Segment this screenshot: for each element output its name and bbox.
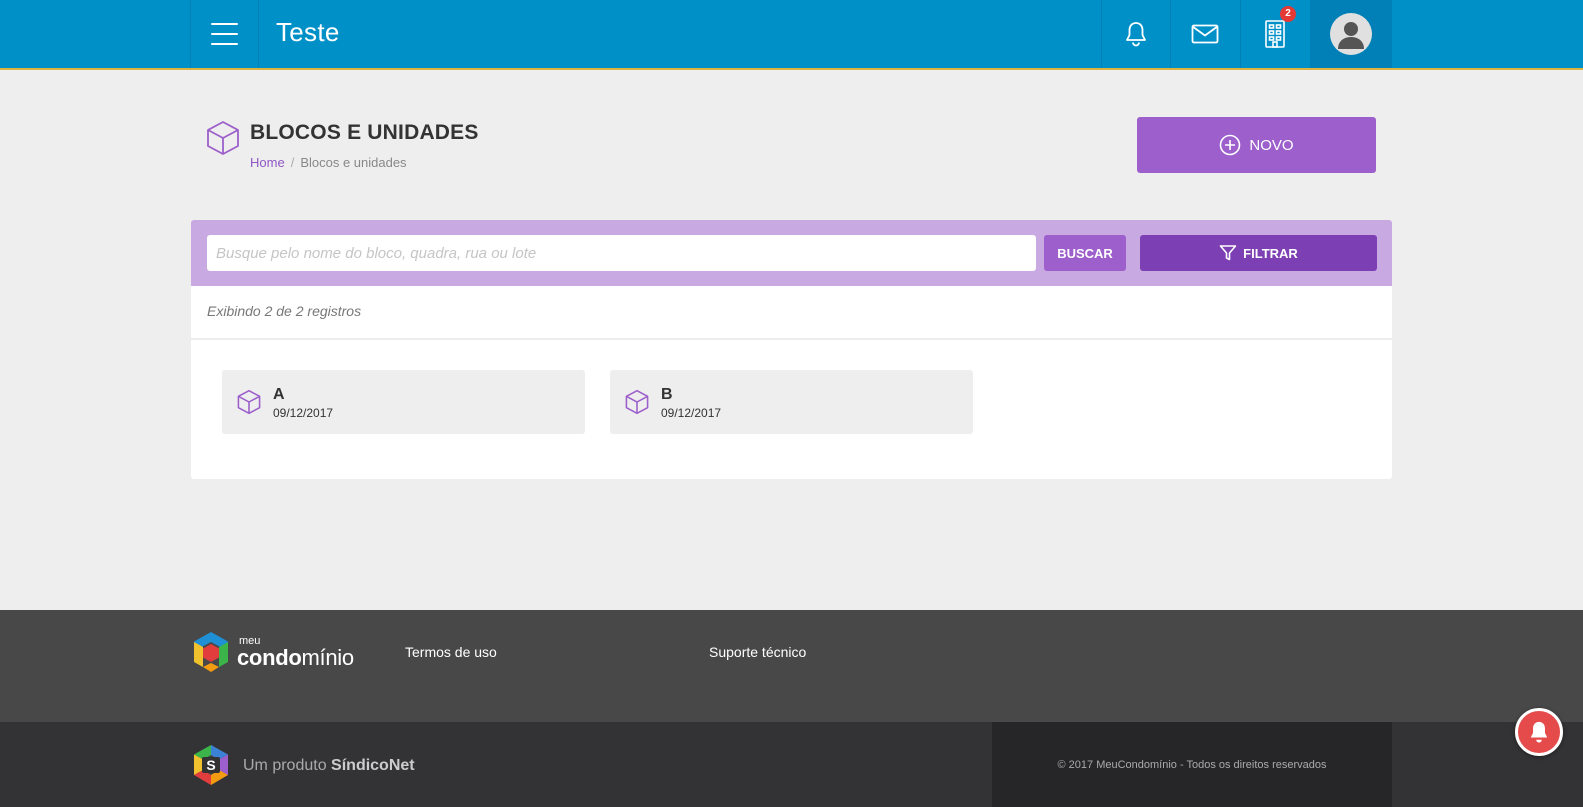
page-title: BLOCOS E UNIDADES (250, 121, 479, 144)
copyright-box: © 2017 MeuCondomínio - Todos os direitos… (992, 722, 1392, 807)
breadcrumb-separator: / (290, 155, 295, 170)
logo-text-condo: condo (237, 644, 302, 670)
cube-icon (237, 389, 261, 415)
notification-badge: 2 (1280, 6, 1296, 22)
meucondominio-logo: meu condomínio (191, 630, 354, 674)
notification-fab[interactable] (1515, 708, 1563, 756)
condominium-button[interactable]: 2 (1240, 0, 1309, 68)
search-panel: BUSCAR FILTRAR (191, 220, 1392, 286)
meucondominio-logo-icon (194, 632, 228, 672)
sindiconet-logo-icon: S (194, 745, 228, 785)
new-block-button[interactable]: NOVO (1137, 117, 1376, 173)
plus-circle-icon (1220, 134, 1241, 156)
profile-button[interactable] (1310, 0, 1392, 68)
block-card[interactable]: A 09/12/2017 (222, 370, 585, 434)
app-title: Teste (276, 17, 340, 47)
bell-icon (1126, 22, 1146, 47)
product-credit: Um produto SíndicoNet (243, 757, 415, 775)
building-icon (1265, 20, 1285, 48)
svg-text:S: S (206, 757, 215, 773)
search-input[interactable] (207, 235, 1036, 271)
block-name: A (273, 386, 285, 403)
messages-button[interactable] (1170, 0, 1239, 68)
breadcrumb-home-link[interactable]: Home (250, 155, 285, 170)
block-date: 09/12/2017 (273, 406, 334, 420)
copyright-text: © 2017 MeuCondomínio - Todos os direitos… (1057, 758, 1327, 771)
avatar (1330, 13, 1372, 55)
terms-link[interactable]: Termos de uso (405, 644, 497, 660)
footer-bottom: S Um produto SíndicoNet © 2017 MeuCondom… (0, 722, 1583, 807)
block-card[interactable]: B 09/12/2017 (610, 370, 973, 434)
mail-icon (1191, 24, 1219, 44)
logo-text-minio: mínio (301, 644, 355, 670)
block-name: B (661, 386, 673, 403)
block-date: 09/12/2017 (661, 406, 722, 420)
support-link[interactable]: Suporte técnico (709, 644, 806, 660)
product-name: SíndicoNet (331, 757, 415, 774)
menu-icon (211, 23, 238, 45)
user-avatar-icon (1338, 22, 1364, 49)
results-panel: Exibindo 2 de 2 registros A 09/12/2017 B… (191, 286, 1392, 479)
filter-button[interactable]: FILTRAR (1140, 235, 1377, 271)
search-button[interactable]: BUSCAR (1044, 235, 1126, 271)
filter-icon (1219, 245, 1237, 261)
filter-button-label: FILTRAR (1243, 245, 1298, 261)
top-navigation-bar: Teste 2 (0, 0, 1583, 70)
breadcrumb-current: Blocos e unidades (300, 155, 407, 170)
new-button-label: NOVO (1249, 136, 1294, 154)
menu-button[interactable] (190, 0, 259, 68)
notifications-button[interactable] (1101, 0, 1170, 68)
divider (191, 338, 1392, 340)
cube-icon (625, 389, 649, 415)
footer: meu condomínio Termos de uso Suporte téc… (0, 610, 1583, 722)
product-prefix: Um produto (243, 757, 327, 774)
breadcrumb: Home / Blocos e unidades (250, 155, 407, 170)
cube-icon (207, 121, 239, 155)
notification-bell-icon (1530, 721, 1548, 743)
results-count: Exibindo 2 de 2 registros (207, 303, 362, 319)
